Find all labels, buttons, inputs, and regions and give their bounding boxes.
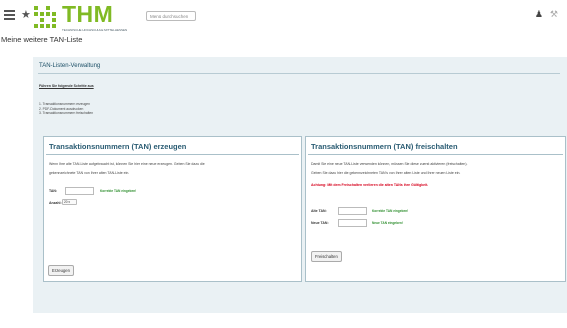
activate-button[interactable]: Freischalten: [311, 251, 342, 262]
steps-title: Führen Sie folgende Schritte aus: [39, 84, 94, 88]
description-line: Damit Sie eine neue TAN-Liste verwenden …: [311, 162, 468, 166]
count-select[interactable]: 20 ▾: [62, 199, 77, 205]
generate-tan-box: Transaktionsnummern (TAN) erzeugen Wenn …: [43, 136, 302, 282]
old-tan-input[interactable]: [338, 207, 367, 215]
user-icon[interactable]: ♟: [535, 9, 543, 20]
top-bar: ★ THM TECHNISCHE HOCHSCHULE MITTELHESSEN…: [0, 0, 567, 36]
tools-icon[interactable]: ⚒: [550, 9, 558, 20]
old-tan-hint: Korrekte TAN eingeben!: [372, 209, 409, 213]
new-tan-input[interactable]: [338, 219, 367, 227]
activate-tan-box: Transaktionsnummern (TAN) freischalten D…: [305, 136, 566, 282]
steps-list: 1. Transaktionsnummern erzeugen 2. PDF-D…: [39, 102, 93, 116]
logo-grid-icon: [34, 6, 56, 28]
box-divider: [308, 154, 563, 155]
generate-description: Wenn Ihre alte TAN-Liste aufgebraucht is…: [49, 160, 205, 178]
description-line: Geben Sie dazu hier die gekennzeichneten…: [311, 171, 461, 175]
panel-divider: [38, 73, 560, 74]
count-label: Anzahl:: [49, 201, 62, 205]
page-title: Meine weitere TAN-Liste: [1, 35, 83, 44]
activate-warning: Achtung: Mit dem Freischalten verlieren …: [311, 183, 429, 187]
hamburger-menu-icon[interactable]: [4, 10, 15, 21]
generate-button[interactable]: Erzeugen: [48, 265, 74, 276]
panel-heading: TAN-Listen-Verwaltung: [39, 63, 101, 69]
box-divider: [46, 154, 299, 155]
new-tan-hint: Neue TAN eingeben!: [372, 221, 403, 225]
menu-search-input[interactable]: Menü durchsuchen: [146, 11, 196, 21]
description-line: gekennzeichnete TAN von Ihrer alten TAN-…: [49, 171, 130, 175]
step-item: 3. Transaktionsnummern freischalten: [39, 111, 94, 115]
tan-management-panel: TAN-Listen-Verwaltung Führen Sie folgend…: [33, 57, 567, 313]
generate-tan-title: Transaktionsnummern (TAN) erzeugen: [49, 142, 187, 151]
old-tan-label: Alte TAN:: [311, 209, 327, 213]
step-item: 1. Transaktionsnummern erzeugen: [39, 102, 90, 106]
tan-hint: Korrekte TAN eingeben!: [100, 189, 137, 193]
activate-description: Damit Sie eine neue TAN-Liste verwenden …: [311, 160, 467, 178]
count-value: 20: [64, 200, 68, 204]
tan-label: TAN:: [49, 189, 58, 193]
star-icon[interactable]: ★: [21, 8, 31, 21]
tan-input[interactable]: [65, 187, 94, 195]
activate-tan-title: Transaktionsnummern (TAN) freischalten: [311, 142, 458, 151]
logo-text: THM: [62, 1, 114, 27]
thm-logo[interactable]: THM TECHNISCHE HOCHSCHULE MITTELHESSEN: [34, 1, 134, 32]
logo-subtitle: TECHNISCHE HOCHSCHULE MITTELHESSEN: [62, 28, 128, 32]
description-line: Wenn Ihre alte TAN-Liste aufgebraucht is…: [49, 162, 205, 166]
new-tan-label: Neue TAN:: [311, 221, 329, 225]
